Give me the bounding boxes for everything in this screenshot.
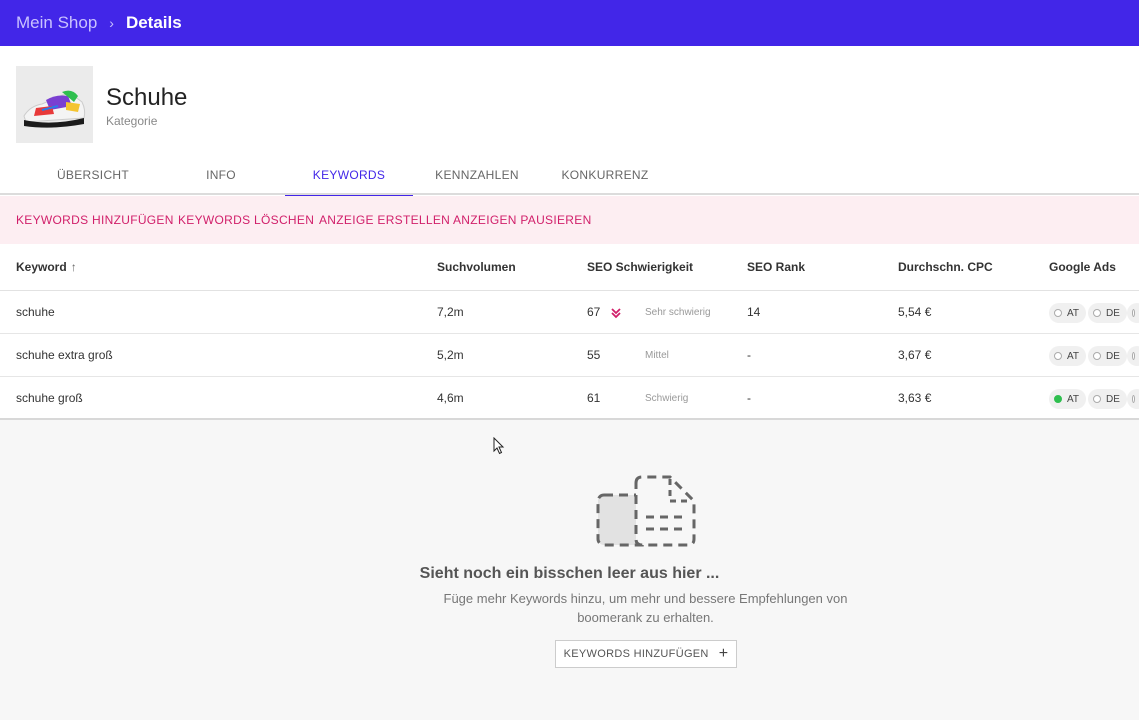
- status-dot-icon: [1093, 309, 1101, 317]
- ads-country-label: AT: [1067, 393, 1080, 405]
- action-bar: KEYWORDS HINZUFÜGEN KEYWORDS LÖSCHEN ANZ…: [0, 196, 1139, 244]
- empty-state-title: Sieht noch ein bisschen leer aus hier ..…: [419, 565, 720, 582]
- volume-cell: 4,6m: [437, 391, 464, 405]
- column-header-difficulty[interactable]: SEO Schwierigkeit: [587, 244, 693, 291]
- double-chevron-down-icon: [610, 291, 622, 334]
- rank-cell: 14: [747, 305, 761, 319]
- ads-country-label: AT: [1067, 307, 1080, 319]
- ads-country-label: DE: [1106, 307, 1120, 319]
- status-dot-icon: [1054, 309, 1062, 317]
- status-dot-icon: [1132, 352, 1135, 360]
- status-dot-icon: [1093, 395, 1101, 403]
- table-row[interactable]: schuhe extra groß 5,2m 55 Mittel - 3,67 …: [0, 334, 1139, 377]
- table-row[interactable]: schuhe 7,2m 67 Sehr schwierig 14 5,54 € …: [0, 291, 1139, 334]
- column-header-keyword[interactable]: Keyword ↑: [16, 244, 77, 291]
- ads-toggle-de[interactable]: DE: [1088, 346, 1127, 366]
- cpc-cell: 3,67 €: [898, 348, 932, 362]
- keywords-table: Keyword ↑ Suchvolumen SEO Schwierigkeit S…: [0, 244, 1139, 420]
- status-dot-icon: [1132, 395, 1135, 403]
- status-dot-icon: [1054, 395, 1062, 403]
- top-bar: Mein Shop › Details: [0, 0, 1139, 46]
- product-image: [16, 66, 93, 143]
- cpc-cell: 3,63 €: [898, 391, 932, 405]
- ads-toggle-de[interactable]: DE: [1088, 303, 1127, 323]
- column-header-keyword-label: Keyword: [16, 260, 67, 274]
- ads-toggle-at[interactable]: AT: [1049, 389, 1087, 409]
- keyword-cell: schuhe extra groß: [16, 348, 113, 362]
- difficulty-cell: 55: [587, 348, 601, 362]
- tab-bar: ÜBERSICHT INFO KEYWORDS KENNZAHLEN KONKU…: [0, 158, 1139, 197]
- volume-cell: 7,2m: [437, 305, 464, 319]
- breadcrumb-root-link[interactable]: Mein Shop: [16, 13, 97, 33]
- difficulty-label: Mittel: [645, 350, 669, 361]
- mouse-cursor-icon: [493, 436, 505, 460]
- status-dot-icon: [1093, 352, 1101, 360]
- ads-toggle-at[interactable]: AT: [1049, 303, 1087, 323]
- create-ad-button[interactable]: ANZEIGE ERSTELLEN: [319, 196, 450, 244]
- page-subtitle: Kategorie: [106, 114, 158, 128]
- column-header-google-ads[interactable]: Google Ads: [1049, 244, 1116, 291]
- ads-country-label: DE: [1106, 393, 1120, 405]
- empty-folder-icon: [596, 473, 696, 554]
- add-keywords-empty-label: KEYWORDS HINZUFÜGEN: [563, 648, 709, 660]
- status-dot-icon: [1132, 309, 1135, 317]
- ads-toggle-more[interactable]: [1127, 389, 1139, 409]
- volume-cell: 5,2m: [437, 348, 464, 362]
- cpc-cell: 5,54 €: [898, 305, 932, 319]
- pause-ads-button[interactable]: ANZEIGEN PAUSIEREN: [453, 196, 592, 244]
- ads-toggle-more[interactable]: [1127, 303, 1139, 323]
- table-header: Keyword ↑ Suchvolumen SEO Schwierigkeit S…: [0, 244, 1139, 291]
- table-row[interactable]: schuhe groß 4,6m 61 Schwierig - 3,63 € A…: [0, 377, 1139, 420]
- page-title: Schuhe: [106, 84, 188, 111]
- column-header-rank[interactable]: SEO Rank: [747, 244, 805, 291]
- rank-cell: -: [747, 348, 751, 362]
- product-header: Schuhe Kategorie ÜBERSICHT INFO KEYWORDS…: [0, 46, 1139, 197]
- column-header-cpc[interactable]: Durchschn. CPC: [898, 244, 993, 291]
- keyword-cell: schuhe: [16, 305, 55, 319]
- ads-toggle-at[interactable]: AT: [1049, 346, 1087, 366]
- tab-metrics[interactable]: KENNZAHLEN: [413, 158, 541, 195]
- tab-info[interactable]: INFO: [157, 158, 285, 195]
- ads-toggle-more[interactable]: [1127, 346, 1139, 366]
- ads-country-label: DE: [1106, 350, 1120, 362]
- difficulty-label: Schwierig: [645, 393, 689, 404]
- chevron-right-icon: ›: [109, 15, 114, 31]
- tab-overview[interactable]: ÜBERSICHT: [29, 158, 157, 195]
- delete-keywords-button[interactable]: KEYWORDS LÖSCHEN: [178, 196, 314, 244]
- empty-state-text: Füge mehr Keywords hinzu, um mehr und be…: [443, 591, 848, 625]
- breadcrumb-current: Details: [125, 13, 182, 32]
- difficulty-cell: 67: [587, 305, 601, 319]
- tab-competition[interactable]: KONKURRENZ: [541, 158, 669, 195]
- status-dot-icon: [1054, 352, 1062, 360]
- ads-country-label: AT: [1067, 350, 1080, 362]
- add-keywords-button[interactable]: KEYWORDS HINZUFÜGEN: [16, 196, 174, 244]
- difficulty-label: Sehr schwierig: [645, 307, 711, 318]
- plus-icon: +: [718, 645, 729, 662]
- rank-cell: -: [747, 391, 751, 405]
- tab-keywords[interactable]: KEYWORDS: [285, 158, 413, 197]
- sort-ascending-icon[interactable]: ↑: [71, 260, 77, 274]
- difficulty-cell: 61: [587, 391, 601, 405]
- column-header-volume[interactable]: Suchvolumen: [437, 244, 516, 291]
- keyword-cell: schuhe groß: [16, 391, 83, 405]
- add-keywords-empty-button[interactable]: KEYWORDS HINZUFÜGEN +: [555, 640, 737, 668]
- ads-toggle-de[interactable]: DE: [1088, 389, 1127, 409]
